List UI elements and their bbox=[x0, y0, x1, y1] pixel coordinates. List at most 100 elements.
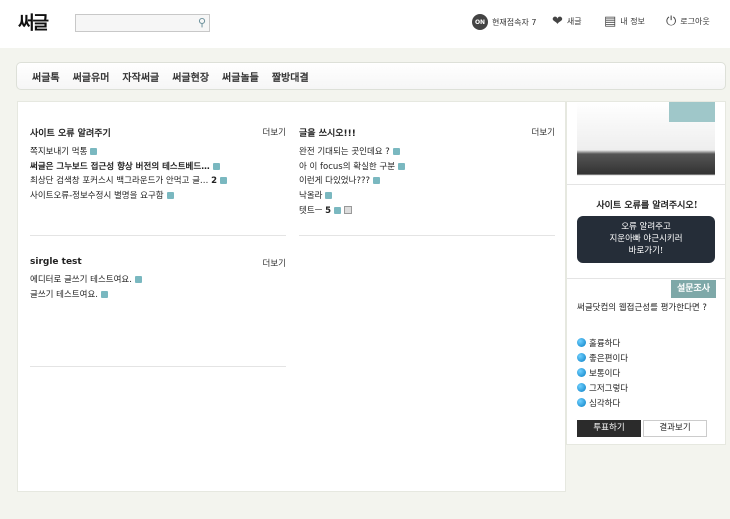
main-content: 사이트 오류 알려주기 더보기 쪽지보내기 먹통 써글은 그누보드 접근성 향상… bbox=[17, 101, 566, 492]
radio-icon[interactable] bbox=[577, 338, 586, 347]
banner-tag bbox=[669, 102, 715, 122]
post-title[interactable]: 최상단 검색창 포커스시 백그라운드가 안먹고 글… bbox=[30, 176, 208, 186]
section-title[interactable]: 글을 쓰시오!!! bbox=[299, 126, 555, 139]
post-title[interactable]: 글쓰기 테스트여요. bbox=[30, 290, 98, 300]
section-sirgle-test: sirgle test 더보기 에디터로 글쓰기 테스트여요. 글쓰기 테스트여… bbox=[30, 257, 286, 302]
divider bbox=[567, 184, 725, 185]
my-info-link[interactable]: ▤ 내 정보 bbox=[604, 14, 645, 29]
comment-icon bbox=[220, 177, 228, 185]
post-title[interactable]: 아 이 focus의 확실한 구분 bbox=[299, 162, 395, 172]
button-line: 지운아빠 야근시키러 bbox=[609, 234, 683, 244]
post-title[interactable]: 낙올라 bbox=[299, 191, 322, 201]
poll-option[interactable]: 그저그렇다 bbox=[577, 380, 628, 395]
list-item[interactable]: 텟트ㅡ 5 bbox=[299, 204, 555, 219]
main-nav: 써글톡 써글유머 자작써글 써글현장 써글놀들 짤방대결 bbox=[16, 62, 726, 90]
header: 써글 ⚲ ON 현재접속자 7 ❤ 새글 ▤ 내 정보 ⏻ 로그아웃 bbox=[0, 0, 730, 48]
comment-count: 2 bbox=[211, 176, 218, 187]
list-item[interactable]: 낙올라 bbox=[299, 189, 555, 204]
vote-button[interactable]: 투표하기 bbox=[577, 420, 641, 437]
comment-icon bbox=[392, 148, 400, 155]
more-link[interactable]: 더보기 bbox=[263, 126, 286, 138]
section-title[interactable]: 사이트 오류 알려주기 bbox=[30, 126, 286, 139]
post-title[interactable]: 텟트ㅡ bbox=[299, 206, 322, 216]
search-input[interactable]: ⚲ bbox=[75, 14, 210, 32]
list-item[interactable]: 이런게 다있었나??? bbox=[299, 174, 555, 189]
list-item[interactable]: 에디터로 글쓰기 테스트여요. bbox=[30, 273, 286, 288]
poll-option[interactable]: 훌륭하다 bbox=[577, 335, 628, 350]
nav-item[interactable]: 써글유머 bbox=[73, 69, 110, 84]
list-item[interactable]: 써글은 그누보드 접근성 향상 버전의 테스트베드… bbox=[30, 160, 286, 175]
comment-count: 5 bbox=[325, 205, 332, 216]
section-write: 글을 쓰시오!!! 더보기 완전 기대되는 곳인데요 ? 아 이 focus의 … bbox=[299, 126, 555, 218]
comment-icon bbox=[90, 148, 98, 155]
current-users-link[interactable]: ON 현재접속자 7 bbox=[472, 14, 536, 30]
post-title[interactable]: 쪽지보내기 먹통 bbox=[30, 147, 87, 157]
poll-option[interactable]: 보통이다 bbox=[577, 365, 628, 380]
option-label: 심각하다 bbox=[589, 398, 621, 409]
button-line: 오류 알려주고 bbox=[621, 222, 671, 232]
new-posts-label: 새글 bbox=[566, 17, 582, 26]
comment-icon bbox=[100, 290, 108, 298]
list-item[interactable]: 최상단 검색창 포커스시 백그라운드가 안먹고 글… 2 bbox=[30, 174, 286, 189]
list-item[interactable]: 글쓰기 테스트여요. bbox=[30, 288, 286, 303]
list-item[interactable]: 사이트오류-정보수정시 별명을 요구함 bbox=[30, 189, 286, 204]
logout-link[interactable]: ⏻ 로그아웃 bbox=[666, 14, 710, 29]
attachment-icon bbox=[344, 206, 353, 215]
poll-question: 써글닷컴의 웹접근성를 평가한다면 ? bbox=[577, 303, 707, 313]
button-line: 바로가기! bbox=[628, 246, 664, 256]
poll-option[interactable]: 좋은편이다 bbox=[577, 350, 628, 365]
option-label: 훌륭하다 bbox=[589, 338, 621, 349]
comment-icon bbox=[372, 177, 380, 185]
profile-icon: ▤ bbox=[604, 14, 617, 29]
current-users-label: 현재접속자 7 bbox=[492, 17, 537, 27]
nav-item[interactable]: 자작써글 bbox=[122, 69, 159, 84]
more-link[interactable]: 더보기 bbox=[532, 126, 555, 138]
my-info-label: 내 정보 bbox=[620, 17, 645, 26]
poll-option[interactable]: 심각하다 bbox=[577, 395, 628, 410]
post-title[interactable]: 써글은 그누보드 접근성 향상 버전의 테스트베드… bbox=[30, 162, 210, 172]
comment-icon bbox=[166, 192, 174, 200]
post-title[interactable]: 사이트오류-정보수정시 별명을 요구함 bbox=[30, 191, 164, 201]
list-item[interactable]: 쪽지보내기 먹통 bbox=[30, 145, 286, 160]
nav-item[interactable]: 써글놀들 bbox=[222, 69, 259, 84]
divider bbox=[299, 235, 555, 236]
radio-icon[interactable] bbox=[577, 383, 586, 392]
logo[interactable]: 써글 bbox=[18, 9, 49, 35]
section-title[interactable]: sirgle test bbox=[30, 257, 286, 267]
nav-item[interactable]: 써글현장 bbox=[172, 69, 209, 84]
more-link[interactable]: 더보기 bbox=[263, 257, 286, 269]
blurred-banner-image[interactable] bbox=[577, 102, 715, 182]
post-title[interactable]: 에디터로 글쓰기 테스트여요. bbox=[30, 275, 132, 285]
post-title[interactable]: 완전 기대되는 곳인데요 ? bbox=[299, 147, 390, 157]
error-heading: 사이트 오류를 알려주시오! bbox=[596, 201, 698, 211]
poll-options: 훌륭하다 좋은편이다 보통이다 그저그렇다 심각하다 bbox=[577, 335, 628, 410]
nav-item[interactable]: 짤방대결 bbox=[272, 69, 309, 84]
radio-icon[interactable] bbox=[577, 398, 586, 407]
new-posts-link[interactable]: ❤ 새글 bbox=[552, 14, 582, 29]
heart-icon: ❤ bbox=[552, 14, 563, 29]
comment-icon bbox=[334, 206, 342, 214]
report-error-button[interactable]: 오류 알려주고 지운아빠 야근시키러 바로가기! bbox=[577, 216, 715, 263]
option-label: 그저그렇다 bbox=[589, 383, 629, 394]
logout-label: 로그아웃 bbox=[680, 17, 710, 26]
on-icon: ON bbox=[472, 14, 488, 30]
radio-icon[interactable] bbox=[577, 353, 586, 362]
results-button[interactable]: 결과보기 bbox=[643, 420, 707, 437]
comment-icon bbox=[398, 162, 406, 170]
poll-badge: 설문조사 bbox=[671, 280, 716, 298]
list-item[interactable]: 완전 기대되는 곳인데요 ? bbox=[299, 145, 555, 160]
divider bbox=[567, 278, 725, 279]
divider bbox=[30, 366, 286, 367]
option-label: 보통이다 bbox=[589, 368, 621, 379]
comment-icon bbox=[325, 192, 333, 200]
comment-icon bbox=[134, 276, 142, 283]
comment-icon bbox=[212, 162, 220, 170]
radio-icon[interactable] bbox=[577, 368, 586, 377]
sidebar: 사이트 오류를 알려주시오! 오류 알려주고 지운아빠 야근시키러 바로가기! … bbox=[566, 101, 726, 445]
option-label: 좋은편이다 bbox=[589, 353, 629, 364]
section-site-errors: 사이트 오류 알려주기 더보기 쪽지보내기 먹통 써글은 그누보드 접근성 향상… bbox=[30, 126, 286, 204]
post-title[interactable]: 이런게 다있었나??? bbox=[299, 176, 370, 186]
nav-item[interactable]: 써글톡 bbox=[32, 69, 60, 84]
list-item[interactable]: 아 이 focus의 확실한 구분 bbox=[299, 160, 555, 175]
search-icon[interactable]: ⚲ bbox=[198, 16, 206, 29]
